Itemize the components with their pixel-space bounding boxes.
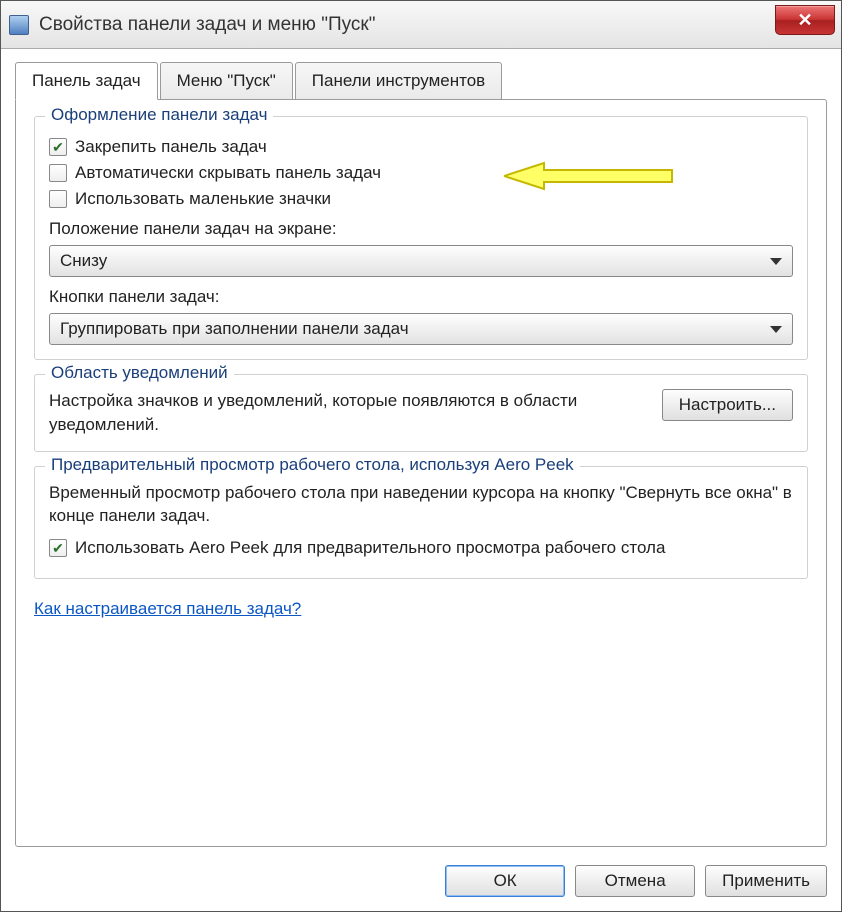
- dialog-buttons: ОК Отмена Применить: [15, 861, 827, 897]
- customize-button[interactable]: Настроить...: [662, 389, 793, 421]
- label-position: Положение панели задач на экране:: [49, 219, 793, 239]
- tab-start-menu[interactable]: Меню "Пуск": [160, 62, 293, 100]
- chevron-down-icon: [770, 326, 782, 333]
- taskbar-properties-dialog: Свойства панели задач и меню "Пуск" ✕ Па…: [0, 0, 842, 912]
- help-link[interactable]: Как настраивается панель задач?: [34, 599, 301, 619]
- row-small-icons: Использовать маленькие значки: [49, 189, 793, 209]
- label-small-icons[interactable]: Использовать маленькие значки: [75, 189, 331, 209]
- ok-button[interactable]: ОК: [445, 865, 565, 897]
- group-notifications: Область уведомлений Настройка значков и …: [34, 374, 808, 452]
- label-aero-peek[interactable]: Использовать Aero Peek для предварительн…: [75, 538, 665, 558]
- notifications-text: Настройка значков и уведомлений, которые…: [49, 389, 650, 437]
- group-aero-legend: Предварительный просмотр рабочего стола,…: [45, 455, 580, 475]
- label-autohide[interactable]: Автоматически скрывать панель задач: [75, 163, 381, 183]
- checkbox-lock-taskbar[interactable]: [49, 138, 67, 156]
- group-appearance-legend: Оформление панели задач: [45, 105, 273, 125]
- label-buttons: Кнопки панели задач:: [49, 287, 793, 307]
- checkbox-aero-peek[interactable]: [49, 539, 67, 557]
- combo-position[interactable]: Снизу: [49, 245, 793, 277]
- tab-taskbar[interactable]: Панель задач: [15, 62, 158, 100]
- group-aero-peek: Предварительный просмотр рабочего стола,…: [34, 466, 808, 580]
- window-icon: [9, 15, 29, 35]
- combo-buttons[interactable]: Группировать при заполнении панели задач: [49, 313, 793, 345]
- checkbox-autohide[interactable]: [49, 164, 67, 182]
- row-lock-taskbar: Закрепить панель задач: [49, 137, 793, 157]
- label-lock-taskbar[interactable]: Закрепить панель задач: [75, 137, 267, 157]
- checkbox-small-icons[interactable]: [49, 190, 67, 208]
- aero-description: Временный просмотр рабочего стола при на…: [49, 481, 793, 529]
- window-title: Свойства панели задач и меню "Пуск": [39, 14, 375, 36]
- tab-panel-taskbar: Оформление панели задач Закрепить панель…: [15, 99, 827, 847]
- group-notifications-legend: Область уведомлений: [45, 363, 234, 383]
- close-icon: ✕: [797, 10, 812, 31]
- arrow-annotation-icon: [504, 161, 674, 191]
- apply-button[interactable]: Применить: [705, 865, 827, 897]
- titlebar[interactable]: Свойства панели задач и меню "Пуск" ✕: [1, 1, 841, 49]
- group-appearance: Оформление панели задач Закрепить панель…: [34, 116, 808, 360]
- client-area: Панель задач Меню "Пуск" Панели инструме…: [1, 49, 841, 911]
- tabstrip: Панель задач Меню "Пуск" Панели инструме…: [15, 61, 827, 99]
- combo-position-value: Снизу: [60, 251, 107, 271]
- combo-buttons-value: Группировать при заполнении панели задач: [60, 319, 409, 339]
- row-autohide: Автоматически скрывать панель задач: [49, 163, 793, 183]
- close-button[interactable]: ✕: [775, 5, 835, 35]
- cancel-button[interactable]: Отмена: [575, 865, 695, 897]
- chevron-down-icon: [770, 258, 782, 265]
- tab-toolbars[interactable]: Панели инструментов: [295, 62, 502, 100]
- row-aero-peek: Использовать Aero Peek для предварительн…: [49, 538, 793, 558]
